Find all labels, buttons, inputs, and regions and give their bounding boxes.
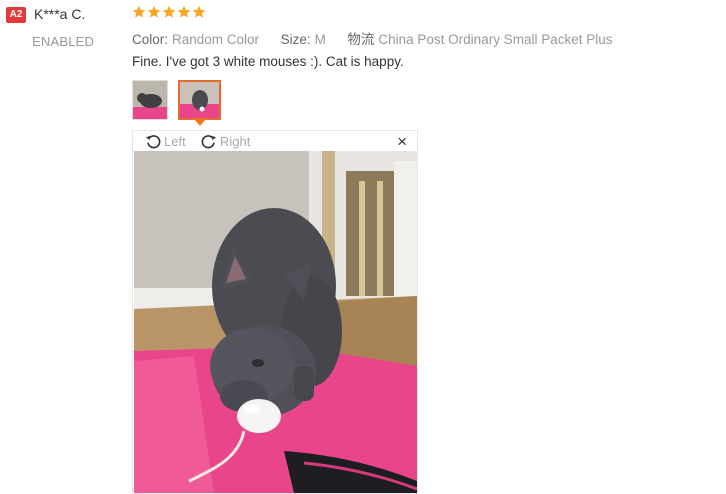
rotate-left-label: Left <box>164 133 186 149</box>
country-badge: A2 <box>6 7 26 23</box>
review-photo-thumbnail-1[interactable] <box>132 80 168 120</box>
thumbnail-image <box>133 81 167 119</box>
thumbnail-image <box>180 82 219 118</box>
rotate-left-icon <box>145 135 161 149</box>
shipping-value: China Post Ordinary Small Packet Plus <box>378 32 613 47</box>
reviewer-status: ENABLED <box>32 34 95 49</box>
review-photo <box>134 151 417 493</box>
shipping-label: 物流 <box>347 32 375 47</box>
star-icon <box>162 5 176 18</box>
rotate-left-button[interactable]: Left <box>143 131 186 151</box>
close-viewer-button[interactable]: × <box>397 133 407 151</box>
review-photo-thumbnail-2[interactable] <box>178 80 221 120</box>
size-value: M <box>314 32 326 47</box>
rotate-right-button[interactable]: Right <box>199 131 250 151</box>
reviewer-name: K***a C. <box>34 6 86 22</box>
rotate-right-icon <box>201 135 217 149</box>
star-icon <box>192 5 206 18</box>
photo-viewer: Left Right × <box>132 130 418 494</box>
review-text: Fine. I've got 3 white mouses :). Cat is… <box>132 54 404 69</box>
active-thumbnail-pointer <box>194 119 206 126</box>
star-rating <box>132 5 206 23</box>
color-label: Color: <box>132 32 169 47</box>
star-icon <box>147 5 161 18</box>
product-attributes: Color: Random Color Size: M 物流 China Post O… <box>132 28 613 48</box>
rotate-right-label: Right <box>220 133 251 149</box>
star-icon <box>177 5 191 18</box>
star-icon <box>132 5 146 18</box>
color-value: Random Color <box>172 32 260 47</box>
size-label: Size: <box>280 32 311 47</box>
